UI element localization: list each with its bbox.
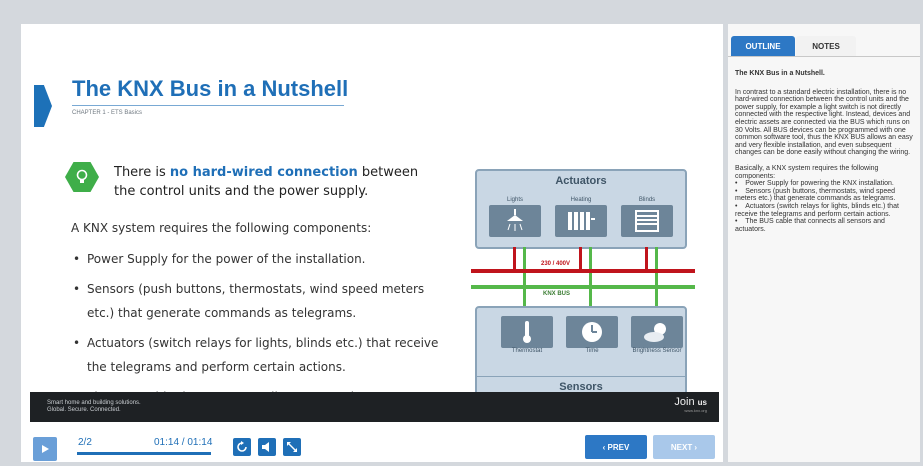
- slide-counter: 2/2: [78, 437, 92, 448]
- notes-item-text: Sensors (push buttons, thermostats, wind…: [735, 187, 896, 203]
- speaker-icon: [262, 442, 269, 452]
- notes-paragraph: In contrast to a standard electric insta…: [735, 88, 913, 157]
- notes-item-text: Actuators (switch relays for lights, bli…: [735, 202, 899, 218]
- title-marker: [34, 85, 52, 127]
- notes-item: • Actuators (switch relays for lights, b…: [735, 202, 899, 218]
- notes-item-text: The BUS cable that connects all sensors …: [735, 218, 885, 233]
- tab-outline[interactable]: OUTLINE: [731, 36, 795, 56]
- notes-item: • Power Supply for powering the KNX inst…: [735, 180, 894, 188]
- slide-player: The KNX Bus in a Nutshell CHAPTER 1 - ET…: [21, 24, 723, 462]
- join-text: Join: [674, 396, 695, 408]
- join-us-logo[interactable]: Join us www.knx.org: [674, 396, 707, 413]
- actuator-blinds: Blinds: [621, 197, 673, 237]
- join-us-text: us: [697, 398, 707, 407]
- components-intro: A KNX system requires the following comp…: [71, 221, 372, 235]
- notes-title: The KNX Bus in a Nutshell.: [735, 70, 825, 77]
- sensor-thermostat: Thermostat: [501, 316, 553, 356]
- power-label: 230 / 400V: [539, 261, 573, 267]
- power-line: [471, 269, 695, 273]
- next-button[interactable]: NEXT ›: [653, 435, 715, 459]
- sun-cloud-icon: [631, 316, 683, 348]
- progress-bar[interactable]: [77, 452, 211, 455]
- footer-tagline: Smart home and building solutions. Globa…: [47, 400, 141, 414]
- expand-icon: [287, 442, 297, 452]
- sensor-label: Thermostat: [511, 348, 543, 354]
- sensors-title: Sensors: [477, 376, 685, 393]
- actuator-lights: Lights: [489, 197, 541, 237]
- prev-button[interactable]: ‹ PREV: [585, 435, 647, 459]
- tab-divider: [728, 56, 920, 57]
- lamp-icon: [489, 205, 541, 237]
- title-underline: [72, 105, 344, 106]
- list-item: Power Supply for the power of the instal…: [71, 247, 451, 271]
- bus-label: KNX BUS: [543, 291, 571, 297]
- list-item: Actuators (switch relays for lights, bli…: [71, 331, 451, 379]
- audio-button[interactable]: [258, 438, 276, 456]
- radiator-icon: [555, 205, 607, 237]
- thermometer-icon: [501, 316, 553, 348]
- sensor-brightness: Brightness Sensor: [631, 316, 683, 356]
- play-button[interactable]: [33, 437, 57, 461]
- list-item: Sensors (push buttons, thermostats, wind…: [71, 277, 451, 325]
- tab-notes[interactable]: NOTES: [796, 36, 856, 56]
- join-url: www.knx.org: [684, 408, 707, 413]
- tagline-line-1: Smart home and building solutions.: [47, 400, 141, 406]
- knx-bus-line: [471, 285, 695, 289]
- sensor-label: Brightness Sensor: [632, 348, 682, 354]
- actuator-heating: Heating: [555, 197, 607, 237]
- chapter-label: CHAPTER 1 - ETS Basics: [72, 110, 143, 116]
- tip-text-start: There is: [114, 165, 170, 180]
- lightbulb-icon: [65, 162, 99, 192]
- player-controls: 2/2 01:14 / 01:14 ‹ PREV NEXT ›: [21, 428, 723, 462]
- slide-title: The KNX Bus in a Nutshell: [72, 76, 349, 101]
- side-panel: OUTLINE NOTES The KNX Bus in a Nutshell.…: [728, 24, 920, 462]
- sensor-time: Time: [566, 316, 618, 356]
- tip-highlight: no hard-wired connection: [169, 165, 358, 180]
- tagline-line-2: Global. Secure. Connected.: [47, 407, 121, 413]
- actuator-label: Lights: [506, 197, 523, 203]
- time-display: 01:14 / 01:14: [154, 437, 213, 448]
- notes-paragraph: Basically, a KNX system requires the fol…: [735, 164, 879, 180]
- actuator-label: Heating: [570, 197, 592, 203]
- actuator-label: Blinds: [638, 197, 656, 203]
- blinds-icon: [621, 205, 673, 237]
- clock-icon: [566, 316, 618, 348]
- replay-icon: [237, 441, 247, 452]
- notes-item: • The BUS cable that connects all sensor…: [735, 218, 885, 233]
- sensor-label: Time: [585, 348, 599, 354]
- notes-item: • Sensors (push buttons, thermostats, wi…: [735, 187, 896, 203]
- notes-content: The KNX Bus in a Nutshell. In contrast t…: [735, 70, 915, 233]
- replay-button[interactable]: [233, 438, 251, 456]
- fullscreen-button[interactable]: [283, 438, 301, 456]
- notes-item-text: Power Supply for powering the KNX instal…: [745, 180, 894, 188]
- components-list: Power Supply for the power of the instal…: [71, 247, 451, 415]
- actuators-title: Actuators: [555, 175, 607, 187]
- knx-diagram: Actuators Lights Heating Blinds 230 / 40…: [471, 144, 696, 400]
- play-icon: [42, 445, 49, 453]
- tip-text: There is no hard-wired connection betwee…: [114, 163, 438, 201]
- footer-band: Smart home and building solutions. Globa…: [30, 392, 719, 422]
